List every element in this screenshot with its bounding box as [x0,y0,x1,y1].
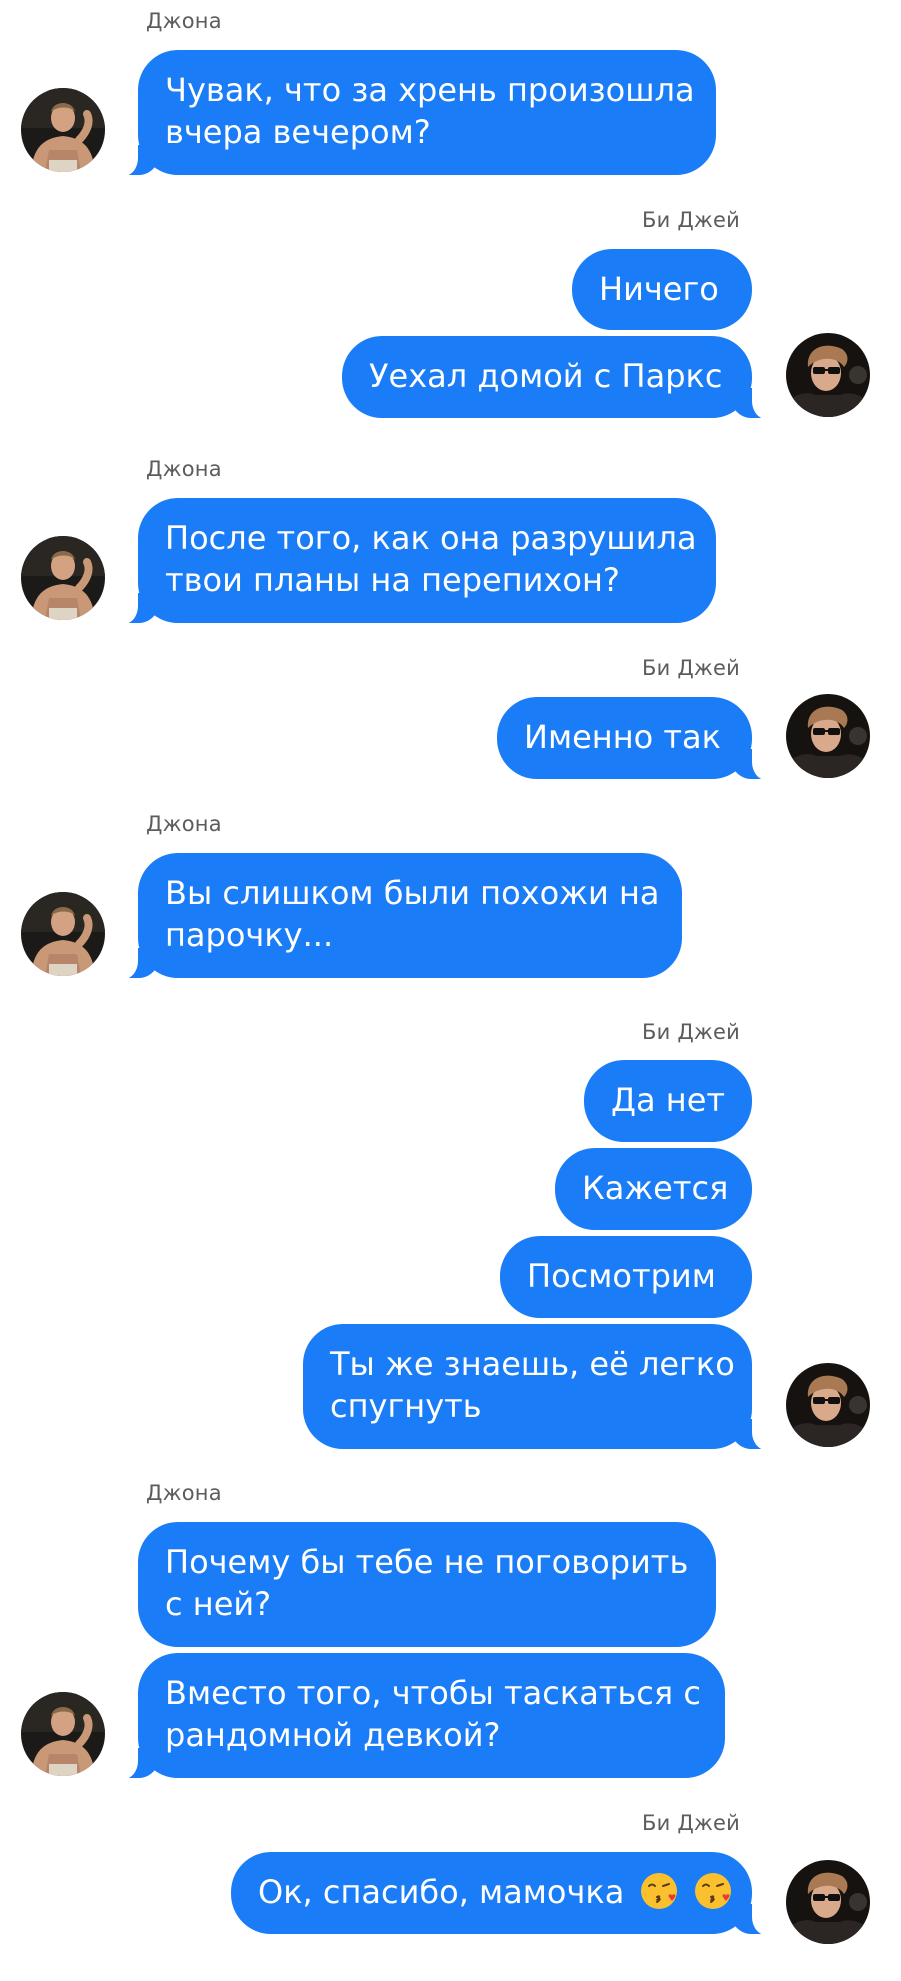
message-bubble-outgoing[interactable]: Посмотрим [500,1236,752,1318]
sender-name: Би Джей [642,1811,741,1835]
message-text-line: Чувак, что за хрень произошла [165,71,695,109]
message-bubble-incoming[interactable]: Почему бы тебе не поговорить с ней? [138,1522,716,1647]
message-text-line: с ней? [165,1585,272,1623]
contact-avatar[interactable] [21,88,105,172]
message-text-line: Да нет [611,1081,726,1119]
message-text-line: Ок, спасибо, мамочка [258,1871,731,1914]
shirtless-man-avatar-icon [21,1692,105,1776]
sender-name: Би Джей [642,656,741,680]
shirtless-man-avatar-icon [21,892,105,976]
contact-avatar[interactable] [21,536,105,620]
shirtless-man-avatar-icon [21,88,105,172]
man-sunglasses-avatar-icon [786,1363,870,1447]
contact-avatar[interactable] [21,892,105,976]
message-text-line: Посмотрим [527,1257,716,1295]
message-bubble-outgoing[interactable]: Кажется [555,1148,752,1230]
sender-name: Джона [146,9,222,33]
message-text-line: спугнуть [330,1387,482,1425]
message-bubble-incoming[interactable]: Чувак, что за хрень произошла вчера вече… [116,50,716,176]
contact-avatar[interactable] [786,1363,870,1447]
message-text-line: Ничего [599,270,719,308]
contact-avatar[interactable] [786,333,870,417]
message-bubble-outgoing[interactable]: Да нет [584,1060,752,1142]
man-sunglasses-avatar-icon [786,694,870,778]
message-bubble-incoming[interactable]: Вместо того, чтобы таскаться с рандомной… [116,1653,725,1779]
sender-name: Джона [146,1481,222,1505]
man-sunglasses-avatar-icon [786,333,870,417]
man-sunglasses-avatar-icon [786,1860,870,1944]
message-text-line: Почему бы тебе не поговорить [165,1543,689,1581]
message-bubble-outgoing[interactable]: Уехал домой с Паркс [342,336,774,419]
message-text-line: Именно так [524,718,721,756]
message-text-line: вчера вечером? [165,113,431,151]
message-bubble-outgoing[interactable]: Именно так [497,697,774,780]
message-bubble-outgoing[interactable]: Ты же знаешь, её легко спугнуть [303,1324,774,1450]
message-bubble-outgoing[interactable]: Ок, спасибо, мамочка [231,1852,774,1935]
message-text-line: Вы слишком были похожи на [165,874,660,912]
contact-avatar[interactable] [786,1860,870,1944]
sender-name: Би Джей [642,1020,741,1044]
message-bubble-outgoing[interactable]: Ничего [572,249,752,330]
message-text-line: Кажется [582,1169,729,1207]
kissing-face-icon [694,1873,731,1909]
message-text-line: парочку... [165,916,334,954]
kissing-face-icon [640,1873,677,1909]
sender-name: Би Джей [642,208,741,232]
message-bubble-incoming[interactable]: Вы слишком были похожи на парочку... [116,853,682,979]
message-text-line: твои планы на перепихон? [165,561,620,599]
contact-avatar[interactable] [786,694,870,778]
message-text-line: Вместо того, чтобы таскаться с [165,1674,701,1712]
message-text-line: Ты же знаешь, её легко [330,1345,735,1383]
message-text-line: рандомной девкой? [165,1716,501,1754]
sender-name: Джона [146,812,222,836]
message-bubble-incoming[interactable]: После того, как она разрушила твои планы… [116,498,716,624]
message-text: Ок, спасибо, мамочка [258,1873,625,1911]
shirtless-man-avatar-icon [21,536,105,620]
message-text-line: После того, как она разрушила [165,519,697,557]
message-text-line: Уехал домой с Паркс [369,357,723,395]
contact-avatar[interactable] [21,1692,105,1776]
sender-name: Джона [146,457,222,481]
